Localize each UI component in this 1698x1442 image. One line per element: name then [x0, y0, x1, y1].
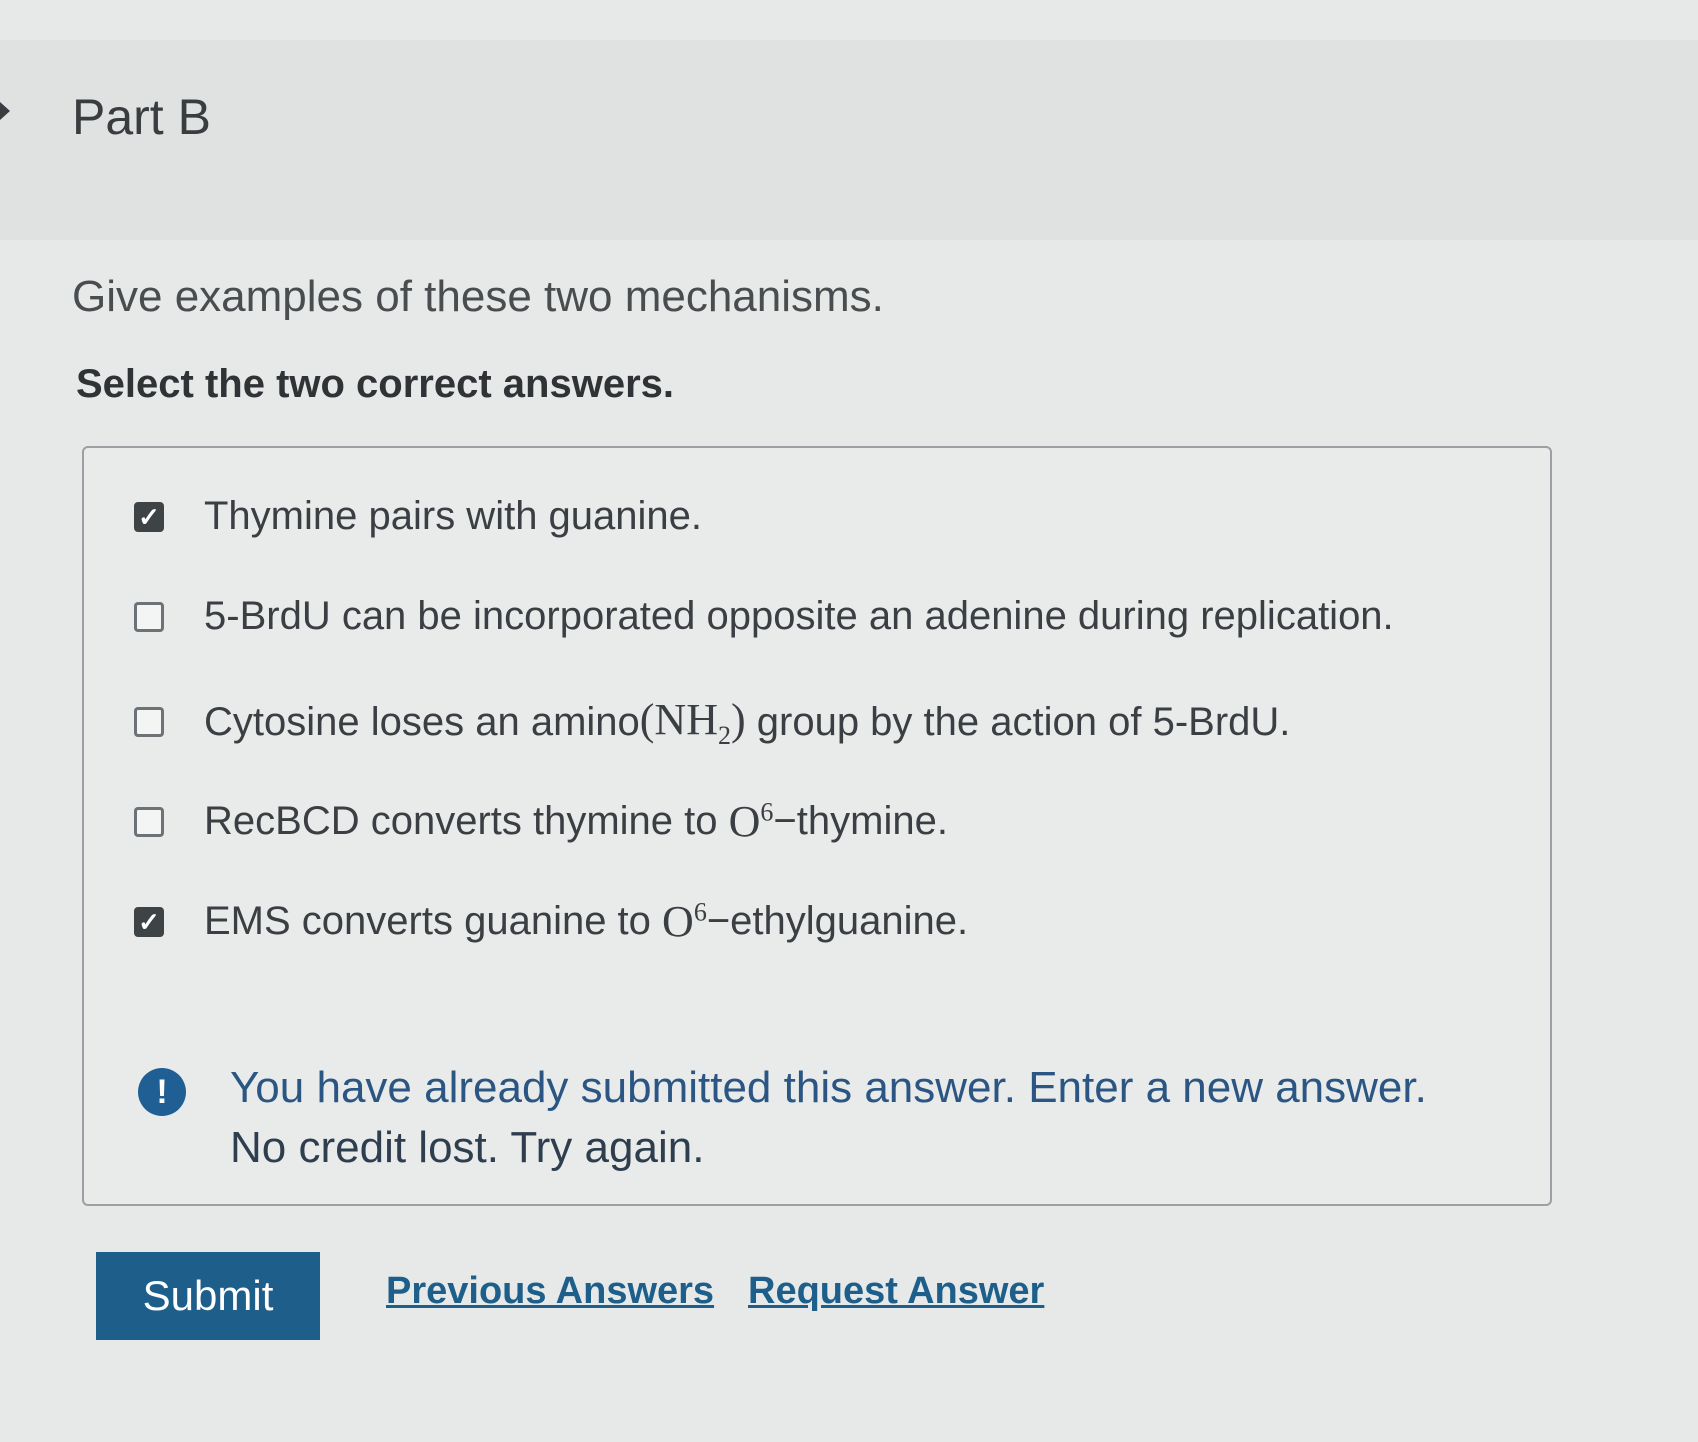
header-band [0, 40, 1698, 240]
formula-nh: (NH [639, 695, 718, 744]
option-4-label-start: RecBCD converts thymine to [204, 799, 729, 843]
question-prompt: Give examples of these two mechanisms. [72, 272, 884, 321]
submit-button[interactable]: Submit [96, 1252, 320, 1340]
answer-options-box: ✓ Thymine pairs with guanine. 5-BrdU can… [82, 446, 1552, 1206]
page: Part B Give examples of these two mechan… [0, 0, 1698, 1442]
formula-close: ) [730, 695, 746, 744]
option-1[interactable]: ✓ Thymine pairs with guanine. [134, 494, 702, 539]
checkbox-option-5[interactable]: ✓ [134, 906, 164, 937]
formula-superscript: 6 [693, 897, 707, 927]
option-5-label-end: −ethylguanine. [706, 899, 969, 943]
feedback-line-1: You have already submitted this answer. … [230, 1063, 1427, 1112]
option-2[interactable]: 5-BrdU can be incorporated opposite an a… [134, 594, 1394, 639]
option-3-label-end: group by the action of 5-BrdU. [745, 699, 1291, 744]
feedback-line-2: No credit lost. Try again. [230, 1123, 705, 1172]
checkbox-option-1[interactable]: ✓ [134, 501, 164, 532]
formula-superscript: 6 [760, 797, 774, 827]
checkbox-option-4[interactable] [134, 806, 164, 837]
checkbox-option-2[interactable] [134, 601, 164, 632]
option-3-label-start: Cytosine loses an amino [204, 699, 640, 744]
option-4[interactable]: RecBCD converts thymine to O6 −thymine. [134, 796, 948, 847]
option-5-label-start: EMS converts guanine to [204, 899, 663, 943]
exclamation-circle-icon: ! [138, 1068, 186, 1116]
option-5[interactable]: ✓ EMS converts guanine to O6 −ethylguani… [134, 896, 968, 947]
part-title[interactable]: Part B [72, 88, 211, 146]
formula-o: O [662, 897, 694, 946]
request-answer-link[interactable]: Request Answer [748, 1270, 1044, 1313]
checkmark-icon: ✓ [138, 501, 160, 532]
option-3[interactable]: Cytosine loses an amino (NH2) group by t… [134, 694, 1290, 751]
checkmark-icon: ✓ [138, 906, 160, 937]
previous-answers-link[interactable]: Previous Answers [386, 1270, 714, 1313]
option-2-label: 5-BrdU can be incorporated opposite an a… [204, 594, 1394, 638]
caret-right-icon[interactable] [0, 102, 10, 120]
feedback-message: ! You have already submitted this answer… [138, 1058, 1427, 1178]
option-5-formula: O6 [662, 896, 707, 947]
formula-o: O [728, 797, 761, 846]
feedback-text: You have already submitted this answer. … [230, 1058, 1427, 1178]
option-3-formula: (NH2) [640, 694, 746, 751]
checkbox-option-3[interactable] [134, 707, 164, 738]
formula-subscript: 2 [717, 720, 731, 750]
option-1-label: Thymine pairs with guanine. [204, 494, 703, 538]
option-4-label-end: −thymine. [773, 799, 948, 843]
option-4-formula: O6 [729, 796, 774, 847]
question-instruction: Select the two correct answers. [76, 362, 675, 406]
